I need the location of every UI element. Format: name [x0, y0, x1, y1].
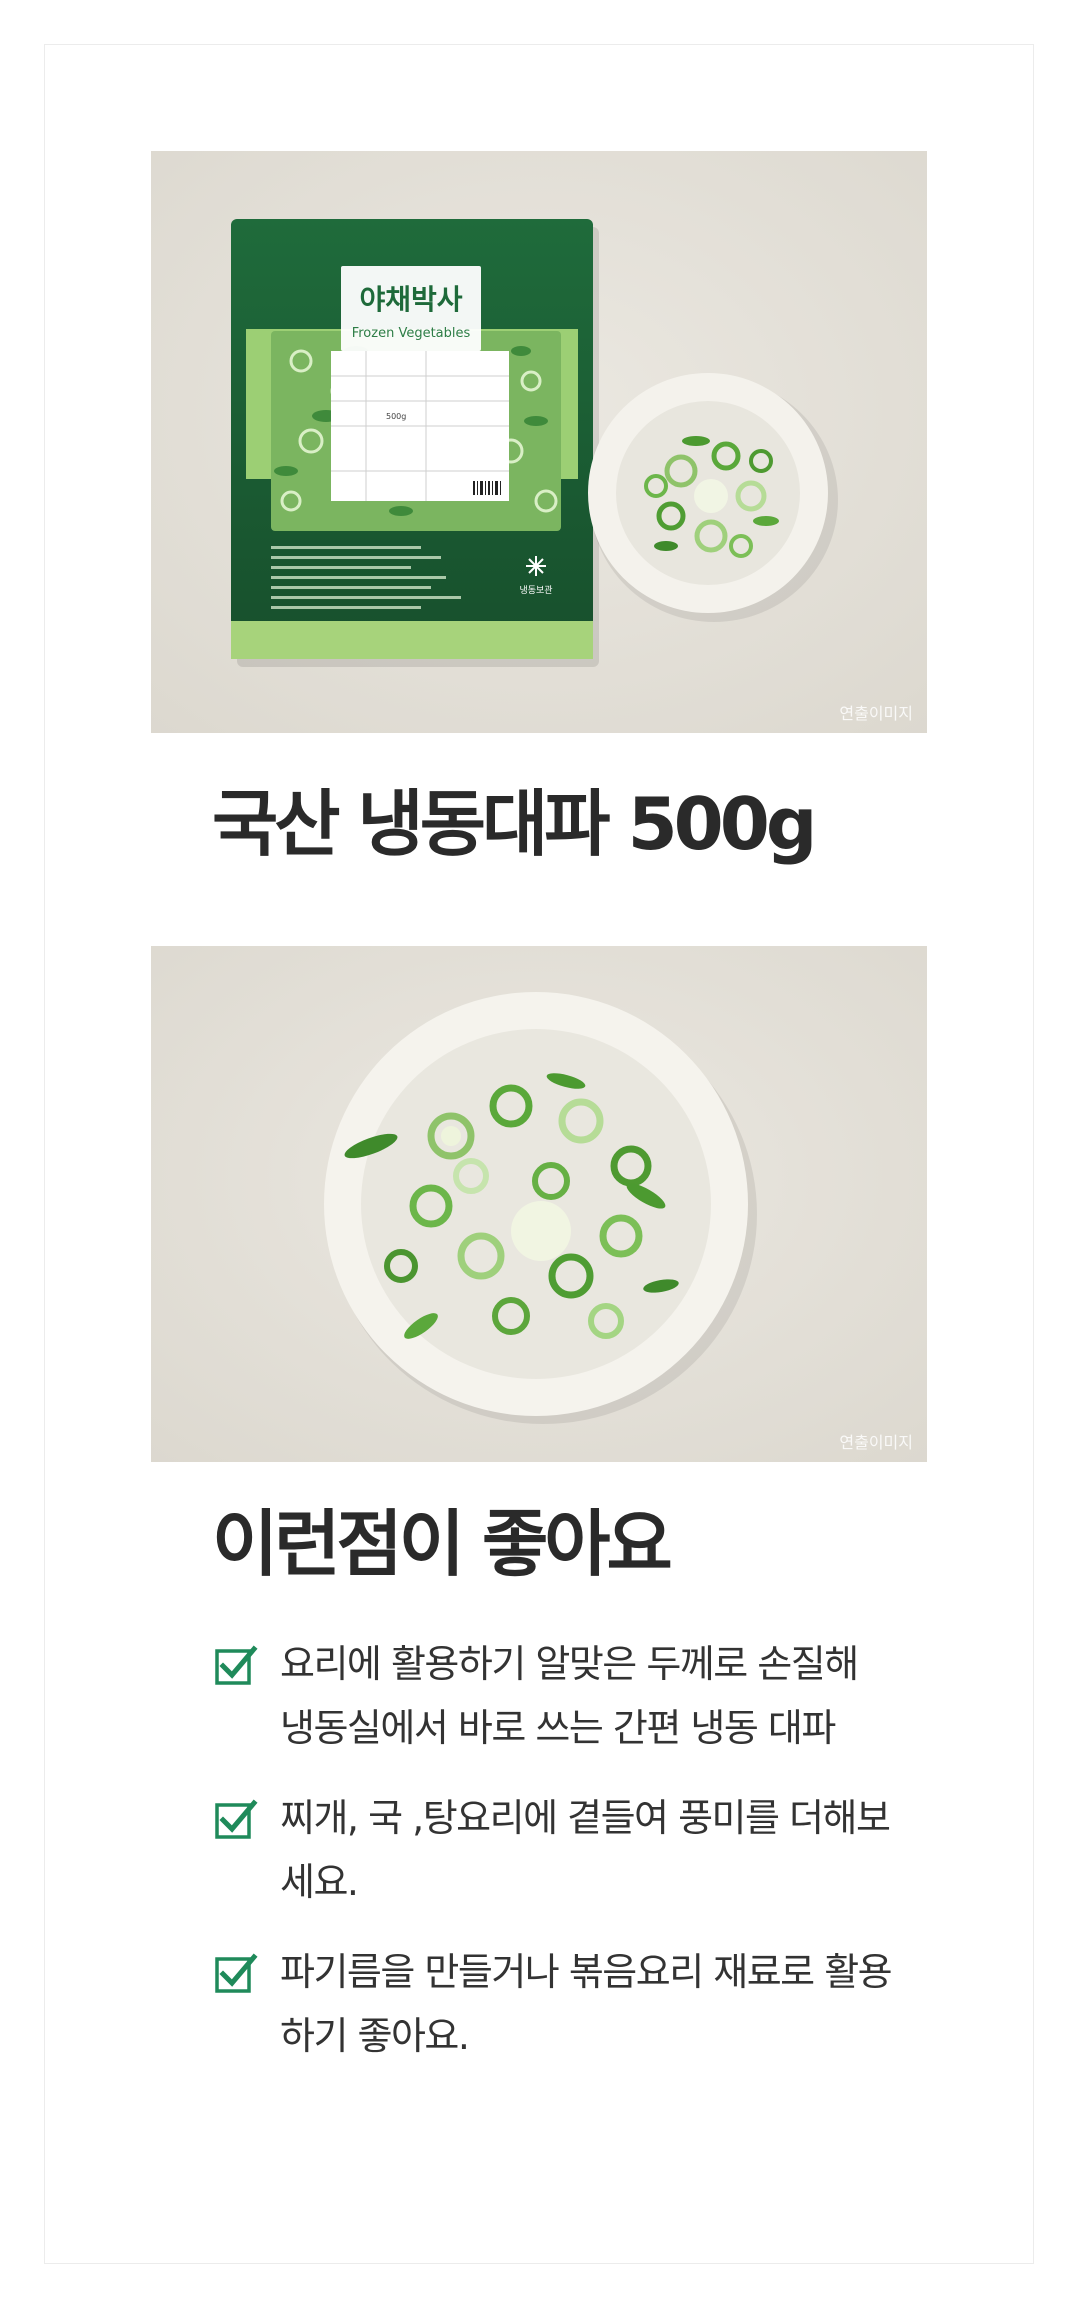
image-watermark: 연출이미지	[839, 1433, 913, 1452]
package-weight-text: 500g	[386, 412, 406, 421]
benefit-text: 찌개, 국 ,탕요리에 곁들여 풍미를 더해보세요.	[280, 1796, 891, 1904]
checkbox-checked-icon	[215, 1953, 258, 1993]
product-package-image: 야채박사 Frozen Vegetables 500g 냉동보관 연출이미지	[151, 151, 927, 733]
benefit-text: 파기름을 만들거나 볶음요리 재료로 활용하기 좋아요.	[280, 1950, 893, 2058]
image-watermark: 연출이미지	[839, 704, 913, 723]
benefits-list: 요리에 활용하기 알맞은 두께로 손질해 냉동실에서 바로 쓰는 간편 냉동 대…	[214, 1632, 894, 2094]
package-subtitle-text: Frozen Vegetables	[352, 326, 471, 341]
list-item: 파기름을 만들거나 볶음요리 재료로 활용하기 좋아요.	[214, 1940, 894, 2068]
serving-bowl-image: 연출이미지	[151, 946, 927, 1462]
package-brand-text: 야채박사	[359, 283, 462, 316]
product-title: 국산 냉동대파 500g	[212, 782, 817, 866]
list-item: 요리에 활용하기 알맞은 두께로 손질해 냉동실에서 바로 쓰는 간편 냉동 대…	[214, 1632, 894, 1760]
benefits-title: 이런점이 좋아요	[212, 1502, 673, 1586]
checkbox-checked-icon	[215, 1645, 258, 1685]
checkbox-checked-icon	[215, 1799, 258, 1839]
benefit-text: 요리에 활용하기 알맞은 두께로 손질해 냉동실에서 바로 쓰는 간편 냉동 대…	[280, 1642, 859, 1750]
package-storage-text: 냉동보관	[519, 585, 552, 596]
snowflake-icon	[526, 556, 546, 576]
list-item: 찌개, 국 ,탕요리에 곁들여 풍미를 더해보세요.	[214, 1786, 894, 1914]
